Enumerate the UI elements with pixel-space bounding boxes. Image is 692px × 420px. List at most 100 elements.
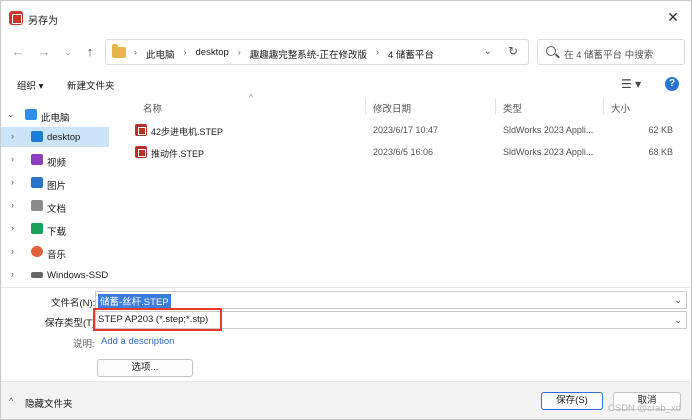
options-button[interactable]: 选项... bbox=[97, 359, 193, 377]
breadcrumb-desktop[interactable]: desktop bbox=[193, 47, 232, 61]
nav-item-label: 图片 bbox=[47, 181, 67, 192]
file-type: SldWorks 2023 Appli... bbox=[503, 125, 594, 135]
refresh-icon[interactable]: ↻ bbox=[508, 44, 518, 58]
view-options-icon[interactable]: ☰ ▾ bbox=[621, 77, 641, 91]
close-icon[interactable]: ✕ bbox=[665, 9, 681, 25]
nav-item-label: 视频 bbox=[47, 158, 67, 169]
nav-item-windows-ssd[interactable]: › Windows-SSD bbox=[1, 265, 109, 283]
sort-ascending-icon: ^ bbox=[249, 93, 253, 102]
recent-dropdown-icon[interactable]: ⌄ bbox=[59, 44, 77, 60]
file-row[interactable]: 42步进电机.STEP 2023/6/17 10:47 SldWorks 202… bbox=[121, 121, 687, 141]
column-divider[interactable] bbox=[603, 98, 604, 114]
nav-item-videos[interactable]: › 视频 bbox=[1, 150, 109, 170]
nav-item-label: 文档 bbox=[47, 204, 67, 215]
add-description-link[interactable]: Add a description bbox=[101, 336, 174, 347]
toolbar: 组织 ▾ 新建文件夹 ☰ ▾ ? bbox=[1, 73, 691, 95]
organize-button[interactable]: 组织 ▾ bbox=[17, 78, 43, 92]
column-header-date[interactable]: 修改日期 bbox=[373, 101, 411, 115]
search-placeholder: 在 4 储蓄平台 中搜索 bbox=[564, 50, 654, 61]
solidworks-file-icon bbox=[135, 124, 147, 136]
hide-folders-toggle[interactable]: 隐藏文件夹 bbox=[25, 396, 73, 410]
file-date: 2023/6/17 10:47 bbox=[373, 125, 439, 135]
nav-item-label: 此电脑 bbox=[41, 113, 70, 124]
file-type: SldWorks 2023 Appli... bbox=[503, 147, 594, 157]
chevron-right-icon[interactable]: › bbox=[11, 269, 14, 279]
chevron-right-icon[interactable]: › bbox=[11, 177, 14, 187]
nav-item-label: 音乐 bbox=[47, 250, 67, 261]
picture-icon bbox=[31, 177, 43, 188]
chevron-up-icon[interactable]: ^ bbox=[9, 396, 13, 406]
help-icon[interactable]: ? bbox=[665, 77, 679, 91]
highlight-box bbox=[93, 308, 222, 331]
chevron-right-icon[interactable]: › bbox=[11, 223, 14, 233]
chevron-down-icon[interactable]: ⌄ bbox=[484, 46, 492, 57]
navigation-pane: ⌄ 此电脑 › desktop › 视频 › 图片 › 文档 › 下载 › 音乐… bbox=[1, 99, 111, 283]
nav-item-this-pc[interactable]: ⌄ 此电脑 bbox=[1, 105, 109, 125]
chevron-down-icon[interactable]: ⌄ bbox=[674, 315, 682, 326]
filename-label: 文件名(N): bbox=[51, 298, 96, 309]
folder-icon bbox=[112, 44, 126, 58]
back-arrow-icon[interactable]: ← bbox=[9, 44, 27, 60]
title-bar: 另存为 ✕ bbox=[1, 1, 691, 35]
drive-icon bbox=[31, 272, 43, 278]
nav-item-desktop[interactable]: › desktop bbox=[1, 127, 109, 147]
download-icon bbox=[31, 223, 43, 234]
breadcrumb-current-folder[interactable]: 4 储蓄平台 bbox=[385, 47, 437, 61]
chevron-right-icon: › bbox=[134, 47, 137, 57]
chevron-right-icon[interactable]: › bbox=[11, 246, 14, 256]
nav-item-label: Windows-SSD bbox=[47, 270, 109, 281]
breadcrumb-project[interactable]: 趣趣趣完整系统-正在修改版 bbox=[247, 47, 370, 61]
solidworks-file-icon bbox=[135, 146, 147, 158]
file-list: ^ 名称 修改日期 类型 大小 42步进电机.STEP 2023/6/17 10… bbox=[121, 93, 687, 285]
footer-bar: ^ 隐藏文件夹 保存(S) 取消 bbox=[1, 381, 691, 419]
nav-item-label: 下载 bbox=[47, 227, 67, 238]
nav-item-label: desktop bbox=[47, 132, 81, 143]
document-icon bbox=[31, 200, 43, 211]
file-name: 推动件.STEP bbox=[151, 149, 205, 159]
search-box[interactable]: 在 4 储蓄平台 中搜索 bbox=[537, 39, 685, 65]
video-icon bbox=[31, 154, 43, 165]
breadcrumb: › 此电脑 › desktop › 趣趣趣完整系统-正在修改版 › 4 储蓄平台 bbox=[134, 47, 437, 61]
nav-item-music[interactable]: › 音乐 bbox=[1, 242, 109, 262]
save-button[interactable]: 保存(S) bbox=[541, 392, 603, 410]
file-size: 68 KB bbox=[648, 147, 673, 157]
search-icon bbox=[546, 46, 556, 56]
column-divider[interactable] bbox=[495, 98, 496, 114]
watermark: CSDN @crab_xd bbox=[608, 403, 681, 414]
file-date: 2023/6/5 16:06 bbox=[373, 147, 434, 157]
filename-field[interactable]: 储蓄-丝杆.STEP ⌄ bbox=[95, 291, 687, 309]
chevron-right-icon[interactable]: › bbox=[11, 154, 14, 164]
nav-item-downloads[interactable]: › 下载 bbox=[1, 219, 109, 239]
chevron-right-icon: › bbox=[375, 47, 379, 57]
computer-icon bbox=[25, 109, 37, 120]
file-name: 42步进电机.STEP bbox=[151, 127, 224, 137]
app-icon bbox=[9, 11, 23, 25]
chevron-down-icon[interactable]: ⌄ bbox=[674, 295, 682, 306]
column-header-size[interactable]: 大小 bbox=[611, 101, 630, 115]
new-folder-button[interactable]: 新建文件夹 bbox=[67, 78, 115, 92]
save-as-dialog: 另存为 ✕ ← → ⌄ ↑ › 此电脑 › desktop › 趣趣趣完整系统-… bbox=[0, 0, 692, 420]
chevron-down-icon[interactable]: ⌄ bbox=[7, 109, 15, 120]
desktop-icon bbox=[31, 131, 43, 142]
forward-arrow-icon[interactable]: → bbox=[35, 44, 53, 60]
save-type-label: 保存类型(T): bbox=[45, 318, 98, 329]
chevron-right-icon[interactable]: › bbox=[11, 200, 14, 210]
column-header-name[interactable]: 名称 bbox=[143, 101, 162, 115]
breadcrumb-this-pc[interactable]: 此电脑 bbox=[143, 47, 178, 61]
music-icon bbox=[31, 246, 43, 257]
file-row[interactable]: 推动件.STEP 2023/6/5 16:06 SldWorks 2023 Ap… bbox=[121, 143, 687, 163]
file-size: 62 KB bbox=[648, 125, 673, 135]
filename-value[interactable]: 储蓄-丝杆.STEP bbox=[98, 294, 171, 308]
nav-item-pictures[interactable]: › 图片 bbox=[1, 173, 109, 193]
chevron-right-icon: › bbox=[237, 47, 241, 57]
address-bar[interactable]: › 此电脑 › desktop › 趣趣趣完整系统-正在修改版 › 4 储蓄平台… bbox=[105, 39, 529, 65]
nav-item-documents[interactable]: › 文档 bbox=[1, 196, 109, 216]
description-label: 说明: bbox=[73, 339, 95, 350]
up-arrow-icon[interactable]: ↑ bbox=[81, 44, 99, 60]
chevron-right-icon: › bbox=[183, 47, 187, 57]
divider bbox=[1, 287, 691, 288]
chevron-right-icon[interactable]: › bbox=[11, 131, 14, 141]
window-title: 另存为 bbox=[28, 16, 58, 27]
column-header-type[interactable]: 类型 bbox=[503, 101, 522, 115]
column-divider[interactable] bbox=[365, 98, 366, 114]
